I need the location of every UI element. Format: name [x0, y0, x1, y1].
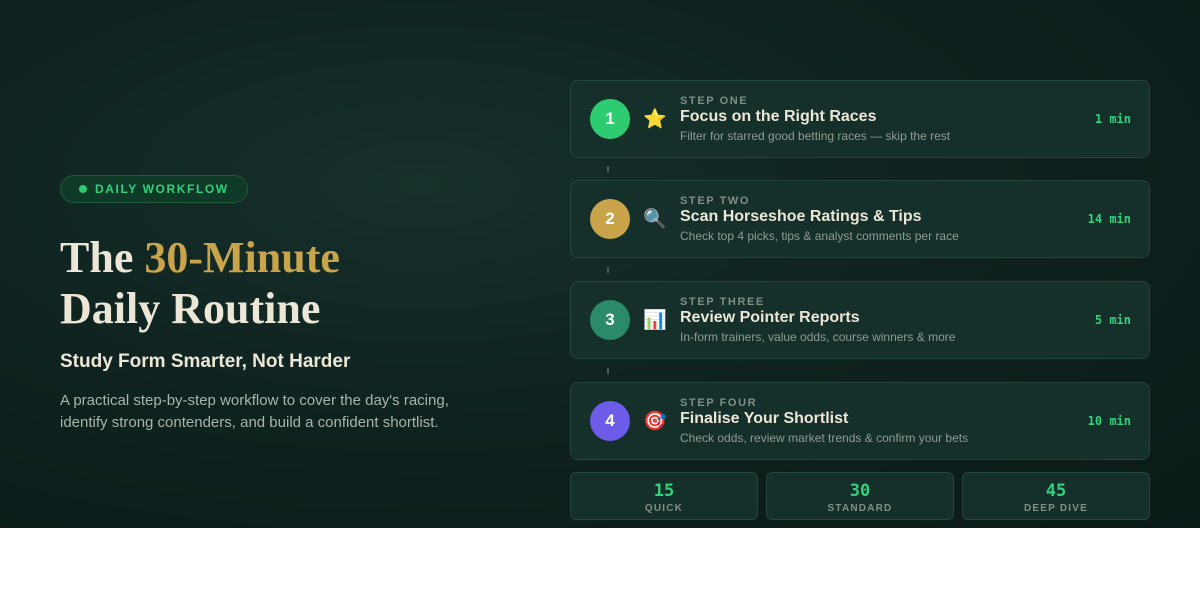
daily-workflow-badge: DAILY WORKFLOW — [60, 175, 248, 203]
step-number-badge: 3 — [590, 300, 630, 340]
title-accent: 30-Minute — [144, 233, 340, 282]
magnifier-icon: 🔍 — [643, 209, 667, 230]
badge-label: DAILY WORKFLOW — [95, 182, 229, 196]
step-number-badge: 4 — [590, 401, 630, 441]
step-number-badge: 1 — [590, 99, 630, 139]
step-description: Check top 4 picks, tips & analyst commen… — [680, 229, 959, 243]
title-prefix: The — [60, 233, 145, 282]
step-title: Scan Horseshoe Ratings & Tips — [680, 208, 922, 225]
step-title: Review Pointer Reports — [680, 309, 860, 326]
step-connector — [607, 166, 609, 172]
stat-deep-dive[interactable]: 45 DEEP DIVE — [962, 472, 1150, 520]
step-card-1[interactable]: 1 ⭐ STEP ONE Focus on the Right Races Fi… — [570, 80, 1150, 158]
step-time: 10 min — [1087, 414, 1131, 428]
duration-stats: 15 QUICK 30 STANDARD 45 DEEP DIVE — [570, 472, 1150, 520]
hero-section: DAILY WORKFLOW The 30-Minute Daily Routi… — [0, 0, 1200, 528]
status-dot-icon — [79, 185, 87, 193]
stat-value: 15 — [653, 481, 675, 501]
step-card-4[interactable]: 4 🎯 STEP FOUR Finalise Your Shortlist Ch… — [570, 382, 1150, 460]
stat-label: QUICK — [644, 503, 684, 514]
step-time: 5 min — [1094, 313, 1131, 327]
step-connector — [607, 368, 609, 374]
step-description: Filter for starred good betting races — … — [680, 129, 951, 143]
step-connector — [607, 267, 609, 273]
step-time: 1 min — [1094, 112, 1131, 126]
stat-value: 45 — [1045, 481, 1067, 501]
step-card-2[interactable]: 2 🔍 STEP TWO Scan Horseshoe Ratings & Ti… — [570, 180, 1150, 258]
step-card-3[interactable]: 3 📊 STEP THREE Review Pointer Reports In… — [570, 281, 1150, 359]
step-description: In-form trainers, value odds, course win… — [680, 330, 956, 344]
step-description: Check odds, review market trends & confi… — [680, 431, 969, 445]
page-title: The 30-Minute Daily Routine — [60, 232, 520, 334]
target-icon: 🎯 — [643, 411, 667, 432]
step-number-badge: 2 — [590, 199, 630, 239]
bar-chart-icon: 📊 — [643, 310, 667, 331]
page-subtitle: Study Form Smarter, Not Harder — [60, 351, 351, 372]
step-label: STEP TWO — [680, 195, 751, 207]
stat-label: STANDARD — [827, 503, 893, 514]
step-time: 14 min — [1087, 212, 1131, 226]
stat-value: 30 — [849, 481, 871, 501]
stat-quick[interactable]: 15 QUICK — [570, 472, 758, 520]
page-description: A practical step-by-step workflow to cov… — [60, 392, 449, 431]
star-icon: ⭐ — [643, 109, 667, 130]
step-title: Finalise Your Shortlist — [680, 410, 849, 427]
stat-standard[interactable]: 30 STANDARD — [766, 472, 954, 520]
step-title: Focus on the Right Races — [680, 108, 877, 125]
step-label: STEP THREE — [680, 296, 765, 308]
stat-label: DEEP DIVE — [1024, 503, 1088, 514]
step-label: STEP ONE — [680, 95, 749, 107]
title-line-2: Daily Routine — [60, 284, 321, 333]
step-label: STEP FOUR — [680, 397, 758, 409]
